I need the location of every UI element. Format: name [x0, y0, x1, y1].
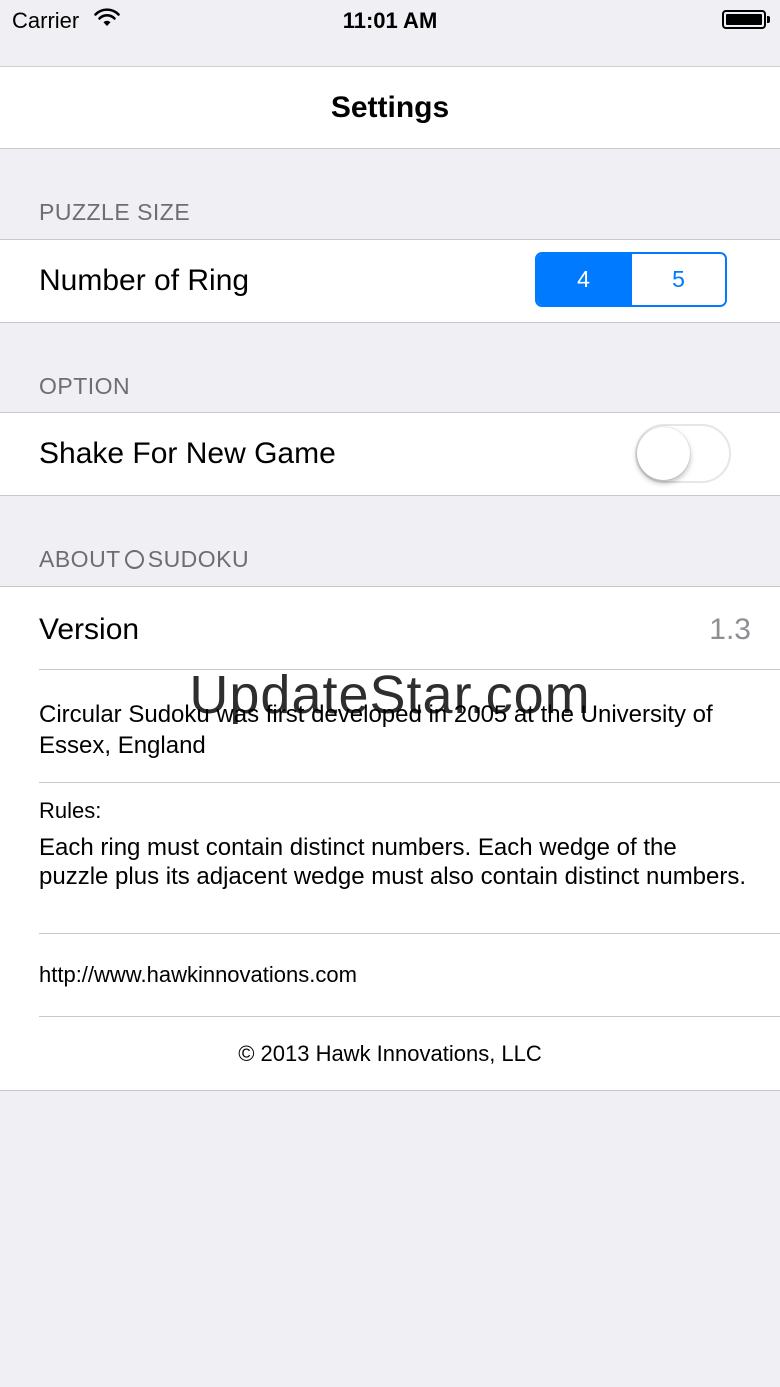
copyright-cell: © 2013 Hawk Innovations, LLC [0, 1017, 780, 1090]
toggle-knob [637, 427, 690, 480]
about-header-suffix: SUDOKU [147, 546, 250, 572]
page-title: Settings [330, 91, 450, 124]
section-header-puzzle-size: PUZZLE SIZE [39, 199, 191, 225]
shake-cell: Shake For New Game [0, 413, 780, 495]
rules-cell: Rules: Each ring must contain distinct n… [0, 783, 780, 934]
segment-5[interactable]: 5 [630, 254, 725, 305]
ring-count-label: Number of Ring [39, 264, 250, 297]
about-group: Version 1.3 Circular Sudoku was first de… [0, 586, 780, 1091]
version-cell: Version 1.3 [0, 587, 780, 670]
section-header-option: OPTION [39, 373, 131, 399]
battery-icon [722, 10, 770, 29]
version-label: Version [39, 613, 140, 646]
option-group: Shake For New Game [0, 412, 780, 496]
ring-count-cell: Number of Ring 4 5 [0, 240, 780, 322]
ring-count-segmented-control[interactable]: 4 5 [535, 252, 727, 307]
shake-label: Shake For New Game [39, 437, 336, 470]
history-cell: Circular Sudoku was first developed in 2… [0, 670, 780, 783]
navigation-bar: Settings [0, 66, 780, 149]
url-cell[interactable]: http://www.hawkinnovations.com [0, 934, 780, 1017]
segment-4[interactable]: 4 [537, 254, 630, 305]
copyright-text: © 2013 Hawk Innovations, LLC [238, 1041, 542, 1066]
status-bar: Carrier 11:01 AM [0, 0, 780, 40]
ring-icon [124, 550, 144, 569]
history-text: Circular Sudoku was first developed in 2… [39, 701, 713, 759]
section-header-about: ABOUT SUDOKU [39, 546, 249, 573]
status-time: 11:01 AM [342, 8, 438, 33]
website-link[interactable]: http://www.hawkinnovations.com [39, 962, 357, 988]
puzzle-size-group: Number of Ring 4 5 [0, 239, 780, 323]
rules-heading: Rules: [39, 798, 102, 823]
settings-screen: Carrier 11:01 AM Settings PUZZLE SIZE Nu… [0, 0, 780, 1387]
shake-toggle[interactable] [635, 424, 731, 483]
about-header-prefix: ABOUT [39, 546, 121, 572]
rules-text: Each ring must contain distinct numbers.… [39, 834, 747, 890]
version-value: 1.3 [709, 613, 751, 646]
